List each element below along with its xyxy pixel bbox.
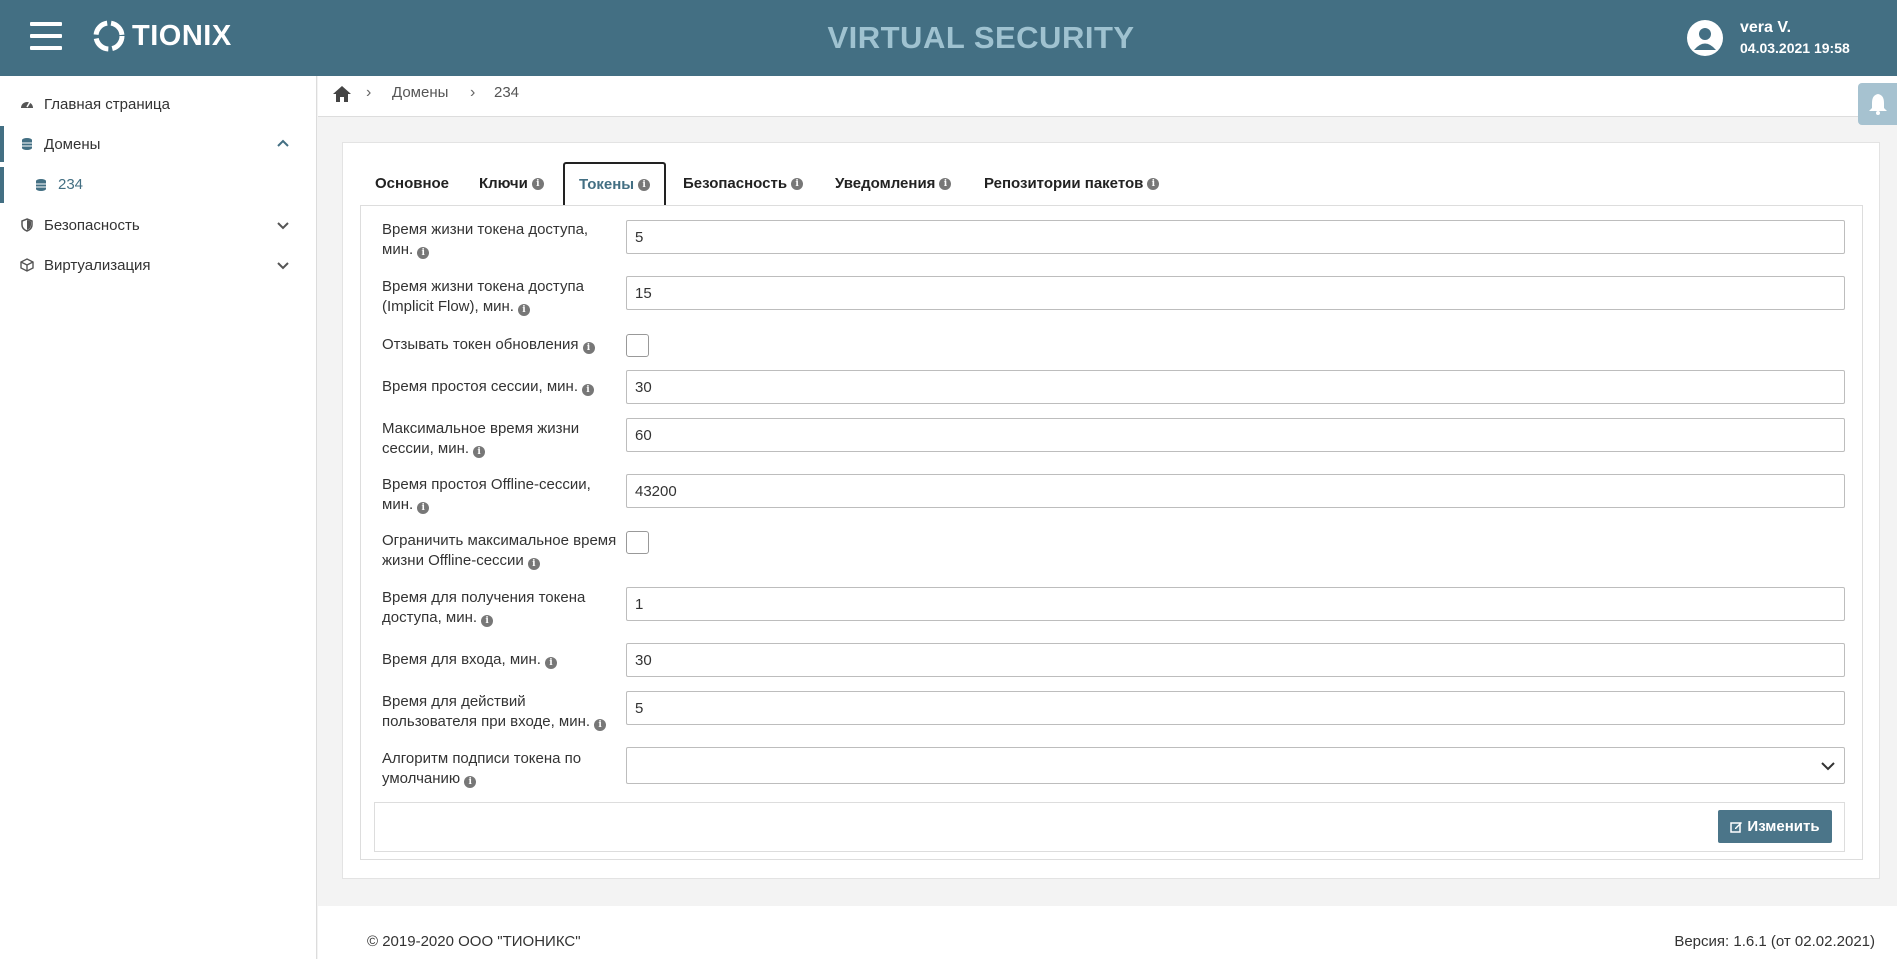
offline-idle-label: Время простоя Offline-сессии, мин. i (382, 476, 591, 514)
login-actions-label: Время для действий пользователя при входе… (382, 692, 622, 732)
info-icon[interactable]: i (531, 177, 544, 190)
home-icon[interactable] (332, 85, 352, 103)
revoke-refresh-token-label: Отзывать токен обновления i (382, 335, 622, 355)
app-title: VIRTUAL SECURITY (827, 20, 1135, 55)
breadcrumb-separator: › (366, 84, 372, 101)
access-token-implicit-label: Время жизни токена доступа (Implicit Flow… (382, 278, 584, 316)
session-max-input[interactable] (626, 418, 1845, 452)
sidebar-item-label: 234 (58, 176, 84, 193)
sidebar-item-label: Безопасность (44, 216, 140, 234)
form-actions (374, 802, 1845, 852)
info-icon[interactable]: i (582, 342, 595, 354)
notifications-button[interactable] (1858, 83, 1897, 125)
chevron-down-icon[interactable] (276, 218, 290, 232)
tab-label: Уведомления (835, 175, 936, 192)
offline-limit-label: Ограничить максимальное время жизни Offli… (382, 532, 617, 570)
info-icon[interactable]: i (1147, 177, 1160, 190)
database-icon (36, 179, 46, 191)
shield-icon (21, 218, 33, 232)
user-name: vera V. (1740, 19, 1792, 36)
user-menu[interactable]: vera V. 04.03.2021 19:58 (1686, 18, 1850, 58)
access-token-get-input[interactable] (626, 587, 1845, 621)
login-actions-input[interactable] (626, 691, 1845, 725)
edit-button-label: Изменить (1747, 818, 1820, 835)
user-avatar-icon (1687, 20, 1723, 56)
access-token-get-label: Время для получения токена доступа, мин. i (382, 589, 586, 627)
sidebar-item-label: Домены (44, 135, 101, 153)
session-idle-input[interactable] (626, 370, 1845, 404)
tab-security[interactable]: Безопасность i (683, 162, 804, 205)
tab-label: Основное (375, 175, 450, 192)
login-time-input[interactable] (626, 643, 1845, 677)
info-icon[interactable]: i (544, 657, 557, 669)
tab-package-repositories[interactable]: Репозитории пакетов i (984, 162, 1160, 205)
info-icon[interactable]: i (464, 776, 477, 788)
info-icon[interactable]: i (939, 177, 952, 190)
breadcrumb: › Домены › 234 (318, 76, 1897, 117)
tab-label: Безопасность (683, 175, 788, 192)
access-token-implicit-input[interactable] (626, 276, 1845, 310)
tab-general[interactable]: Основное (375, 162, 449, 205)
cube-icon (20, 258, 34, 272)
info-icon[interactable]: i (473, 446, 486, 458)
breadcrumb-current: 234 (494, 84, 520, 101)
sidebar: Главная страница Домены 234 Безопасность… (0, 76, 317, 959)
session-max-label: Максимальное время жизни сессии, мин. i (382, 420, 580, 458)
info-icon[interactable]: i (481, 615, 494, 627)
revoke-refresh-token-checkbox[interactable] (626, 334, 649, 357)
info-icon[interactable]: i (594, 719, 607, 731)
edit-button[interactable]: Изменить (1718, 810, 1832, 843)
info-icon[interactable]: i (517, 304, 530, 316)
chevron-down-icon (1821, 762, 1835, 771)
database-icon (22, 138, 32, 150)
info-icon[interactable]: i (417, 502, 430, 514)
edit-icon (1730, 822, 1743, 833)
top-header: TIONIX VIRTUAL SECURITY vera V. 04.03.20… (0, 0, 1897, 76)
active-indicator (0, 167, 4, 203)
sidebar-item-home[interactable]: Главная страница (0, 86, 316, 122)
info-icon[interactable]: i (638, 178, 651, 191)
chevron-down-icon[interactable] (276, 258, 290, 272)
sidebar-item-234[interactable]: 234 (0, 167, 316, 203)
tab-keys[interactable]: Ключи i (479, 162, 544, 205)
info-icon[interactable]: i (417, 247, 430, 259)
tab-label: Ключи (479, 175, 528, 192)
sidebar-item-virtualization[interactable]: Виртуализация (0, 247, 316, 283)
breadcrumb-domains[interactable]: Домены (392, 84, 448, 101)
sidebar-item-label: Главная страница (44, 95, 170, 113)
sidebar-item-label: Виртуализация (44, 256, 151, 274)
tab-notifications[interactable]: Уведомления i (835, 162, 952, 205)
breadcrumb-separator: › (470, 84, 476, 101)
page-footer: © 2019-2020 ООО "ТИОНИКС" Версия: 1.6.1 … (318, 906, 1897, 959)
signature-alg-select[interactable] (626, 747, 1845, 784)
tab-tokens[interactable]: Токены i (563, 162, 667, 205)
login-time-label: Время для входа, мин. i (382, 650, 622, 670)
offline-limit-checkbox[interactable] (626, 531, 649, 554)
session-idle-label: Время простоя сессии, мин. i (382, 377, 622, 397)
chevron-up-icon[interactable] (276, 137, 290, 151)
access-token-lifespan-label: Время жизни токена доступа, мин. i (382, 221, 589, 259)
info-icon[interactable]: i (582, 384, 595, 396)
info-icon[interactable]: i (527, 558, 540, 570)
offline-idle-input[interactable] (626, 474, 1845, 508)
tab-label: Репозитории пакетов (984, 175, 1144, 192)
access-token-lifespan-input[interactable] (626, 220, 1845, 254)
version-text: Версия: 1.6.1 (от 02.02.2021) (1674, 933, 1875, 950)
signature-alg-label: Алгоритм подписи токена по умолчанию i (382, 750, 582, 788)
dashboard-icon (21, 101, 33, 108)
tab-label: Токены (579, 176, 635, 193)
sidebar-item-security[interactable]: Безопасность (0, 207, 316, 243)
user-datetime: 04.03.2021 19:58 (1740, 40, 1850, 56)
info-icon[interactable]: i (791, 177, 804, 190)
copyright-text: © 2019-2020 ООО "ТИОНИКС" (367, 933, 581, 950)
sidebar-item-domains[interactable]: Домены (0, 126, 316, 162)
bell-icon (1869, 94, 1887, 115)
